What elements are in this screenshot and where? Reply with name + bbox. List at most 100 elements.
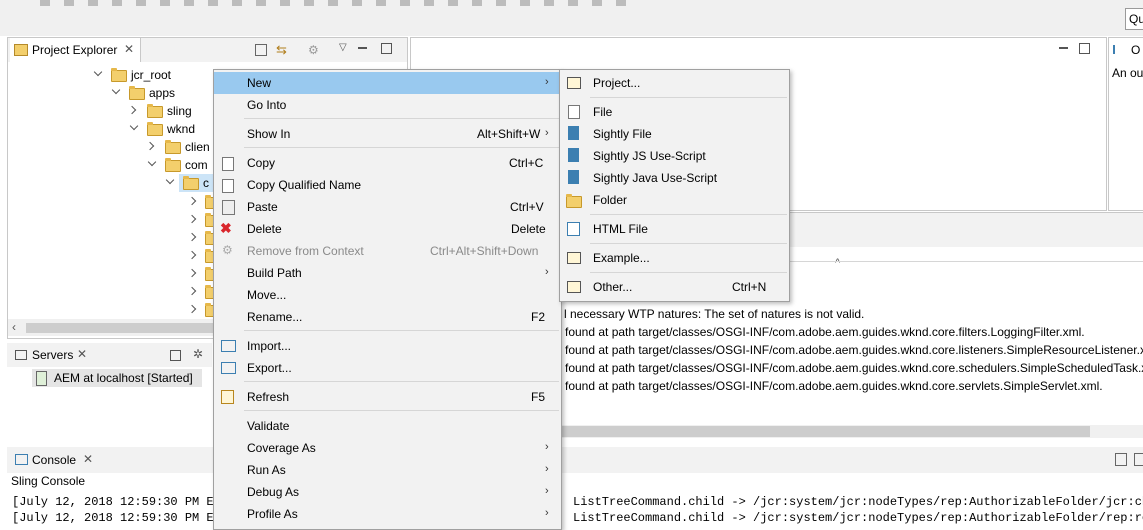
menu-item-build-path[interactable]: Build Path › <box>214 262 561 284</box>
scrollbar-thumb[interactable] <box>560 426 1090 437</box>
minimize-icon[interactable] <box>358 47 367 49</box>
submenu-item-sightly-java-use-script[interactable]: Sightly Java Use-Script <box>560 167 789 189</box>
chevron-right-icon[interactable] <box>187 268 197 278</box>
submenu-item-example[interactable]: Example... <box>560 247 789 269</box>
submenu-item-folder[interactable]: Folder <box>560 189 789 211</box>
console-title[interactable]: Console <box>32 453 76 467</box>
servers-title[interactable]: Servers <box>32 348 73 362</box>
collapse-caret-icon[interactable]: ^ <box>835 257 840 269</box>
refresh-icon <box>221 390 234 404</box>
chevron-right-icon[interactable] <box>145 141 155 151</box>
bug-icon[interactable]: ✲ <box>193 347 203 361</box>
submenu-item-sightly-js-use-script[interactable]: Sightly JS Use-Script <box>560 145 789 167</box>
tree-item-apps[interactable]: apps <box>111 84 221 102</box>
menu-item-show-in[interactable]: Show In Alt+Shift+W › <box>214 123 561 145</box>
collapse-all-icon[interactable] <box>255 44 267 56</box>
tree-item-clientlibs[interactable]: clien <box>145 138 217 156</box>
chevron-down-icon[interactable] <box>165 175 175 185</box>
close-icon[interactable]: ✕ <box>77 347 87 361</box>
submenu-item-project[interactable]: Project... <box>560 72 789 94</box>
scrollbar-thumb[interactable] <box>26 323 216 333</box>
filter-icon[interactable]: ⚙ <box>308 43 319 57</box>
server-label: AEM at localhost [Started] <box>54 371 193 385</box>
submenu-item-sightly-file[interactable]: Sightly File <box>560 123 789 145</box>
problem-line[interactable]: found at path target/classes/OSGI-INF/co… <box>565 343 1143 357</box>
menu-item-run-as[interactable]: Run As › <box>214 459 561 481</box>
submenu-item-other[interactable]: Other... Ctrl+N <box>560 276 789 298</box>
tree-label: wknd <box>167 122 196 136</box>
tree-item-jcr-root[interactable]: jcr_root <box>93 66 213 84</box>
tree-item-wknd[interactable]: wknd <box>129 120 219 138</box>
chevron-right-icon[interactable] <box>187 250 197 260</box>
problem-line[interactable]: found at path target/classes/OSGI-INF/co… <box>565 379 1103 393</box>
outline-tab-label[interactable]: O <box>1131 43 1140 57</box>
submenu-arrow-icon: › <box>545 266 549 278</box>
view-menu-icon[interactable]: ▽ <box>339 42 347 53</box>
menu-item-copy[interactable]: Copy Ctrl+C <box>214 152 561 174</box>
chevron-right-icon[interactable] <box>187 286 197 296</box>
link-editor-icon[interactable]: ⇆ <box>276 42 287 58</box>
tree-item-sling[interactable]: sling <box>127 102 219 120</box>
menu-item-refresh[interactable]: Refresh F5 <box>214 386 561 408</box>
console-header: Console ✕ <box>7 447 1143 473</box>
search-input[interactable]: Qu <box>1125 8 1143 30</box>
menu-item-label: Copy Qualified Name <box>247 178 362 192</box>
menu-item-shortcut: Ctrl+Alt+Shift+Down <box>430 244 539 258</box>
menu-separator <box>244 410 559 411</box>
problem-line[interactable]: found at path target/classes/OSGI-INF/co… <box>565 361 1143 375</box>
menu-item-coverage-as[interactable]: Coverage As › <box>214 437 561 459</box>
problem-line[interactable]: found at path target/classes/OSGI-INF/co… <box>565 325 1085 339</box>
menu-item-export[interactable]: Export... <box>214 357 561 379</box>
html-file-icon <box>567 222 580 236</box>
scroll-left-icon[interactable]: ‹ <box>12 320 16 334</box>
menu-item-go-into[interactable]: Go Into <box>214 94 561 116</box>
submenu-arrow-icon: › <box>545 463 549 475</box>
submenu-item-label: Folder <box>593 193 628 207</box>
problem-line[interactable]: l necessary WTP natures: The set of natu… <box>564 307 864 321</box>
chevron-right-icon[interactable] <box>187 304 197 314</box>
submenu-arrow-icon: › <box>545 76 549 88</box>
maximize-icon[interactable] <box>381 43 392 54</box>
menu-item-label: Export... <box>247 361 292 375</box>
menu-item-copy-qualified-name[interactable]: Copy Qualified Name <box>214 174 561 196</box>
copy-qualified-icon <box>222 179 234 193</box>
menu-item-shortcut: Ctrl+C <box>509 156 544 170</box>
menu-item-import[interactable]: Import... <box>214 335 561 357</box>
menu-item-debug-as[interactable]: Debug As › <box>214 481 561 503</box>
menu-item-label: Refresh <box>247 390 290 404</box>
menu-item-move[interactable]: Move... <box>214 284 561 306</box>
menu-item-label: Rename... <box>247 310 303 324</box>
server-item[interactable]: AEM at localhost [Started] <box>32 369 202 387</box>
chevron-right-icon[interactable] <box>127 105 137 115</box>
console-action-icon[interactable] <box>1115 453 1127 466</box>
menu-item-validate[interactable]: Validate <box>214 415 561 437</box>
chevron-down-icon[interactable] <box>129 121 139 131</box>
chevron-right-icon[interactable] <box>187 214 197 224</box>
menu-separator <box>244 330 559 331</box>
console-action-icon[interactable] <box>1134 453 1143 466</box>
menu-item-new[interactable]: New › <box>214 72 561 94</box>
menu-item-profile-as[interactable]: Profile As › <box>214 503 561 525</box>
project-explorer-tab[interactable]: Project Explorer ✕ <box>10 38 141 62</box>
menu-item-paste[interactable]: Paste Ctrl+V <box>214 196 561 218</box>
menu-item-label: Import... <box>247 339 292 353</box>
submenu-item-html-file[interactable]: HTML File <box>560 218 789 240</box>
chevron-down-icon[interactable] <box>93 67 103 77</box>
tree-item-content-selected[interactable]: c <box>165 174 215 192</box>
chevron-right-icon[interactable] <box>187 196 197 206</box>
horizontal-scrollbar[interactable] <box>560 425 1143 438</box>
chevron-down-icon[interactable] <box>147 157 157 167</box>
folder-icon <box>147 122 163 136</box>
menu-item-delete[interactable]: ✖ Delete Delete <box>214 218 561 240</box>
chevron-down-icon[interactable] <box>111 85 121 95</box>
example-icon <box>567 252 581 264</box>
close-icon[interactable]: ✕ <box>124 42 134 56</box>
minimize-icon[interactable] <box>1059 47 1068 49</box>
maximize-icon[interactable] <box>1079 43 1090 54</box>
submenu-item-file[interactable]: File <box>560 101 789 123</box>
close-icon[interactable]: ✕ <box>83 452 93 466</box>
menu-item-rename[interactable]: Rename... F2 <box>214 306 561 328</box>
chevron-right-icon[interactable] <box>187 232 197 242</box>
minimize-icon[interactable] <box>170 350 181 361</box>
tree-item-components[interactable]: com <box>147 156 217 174</box>
